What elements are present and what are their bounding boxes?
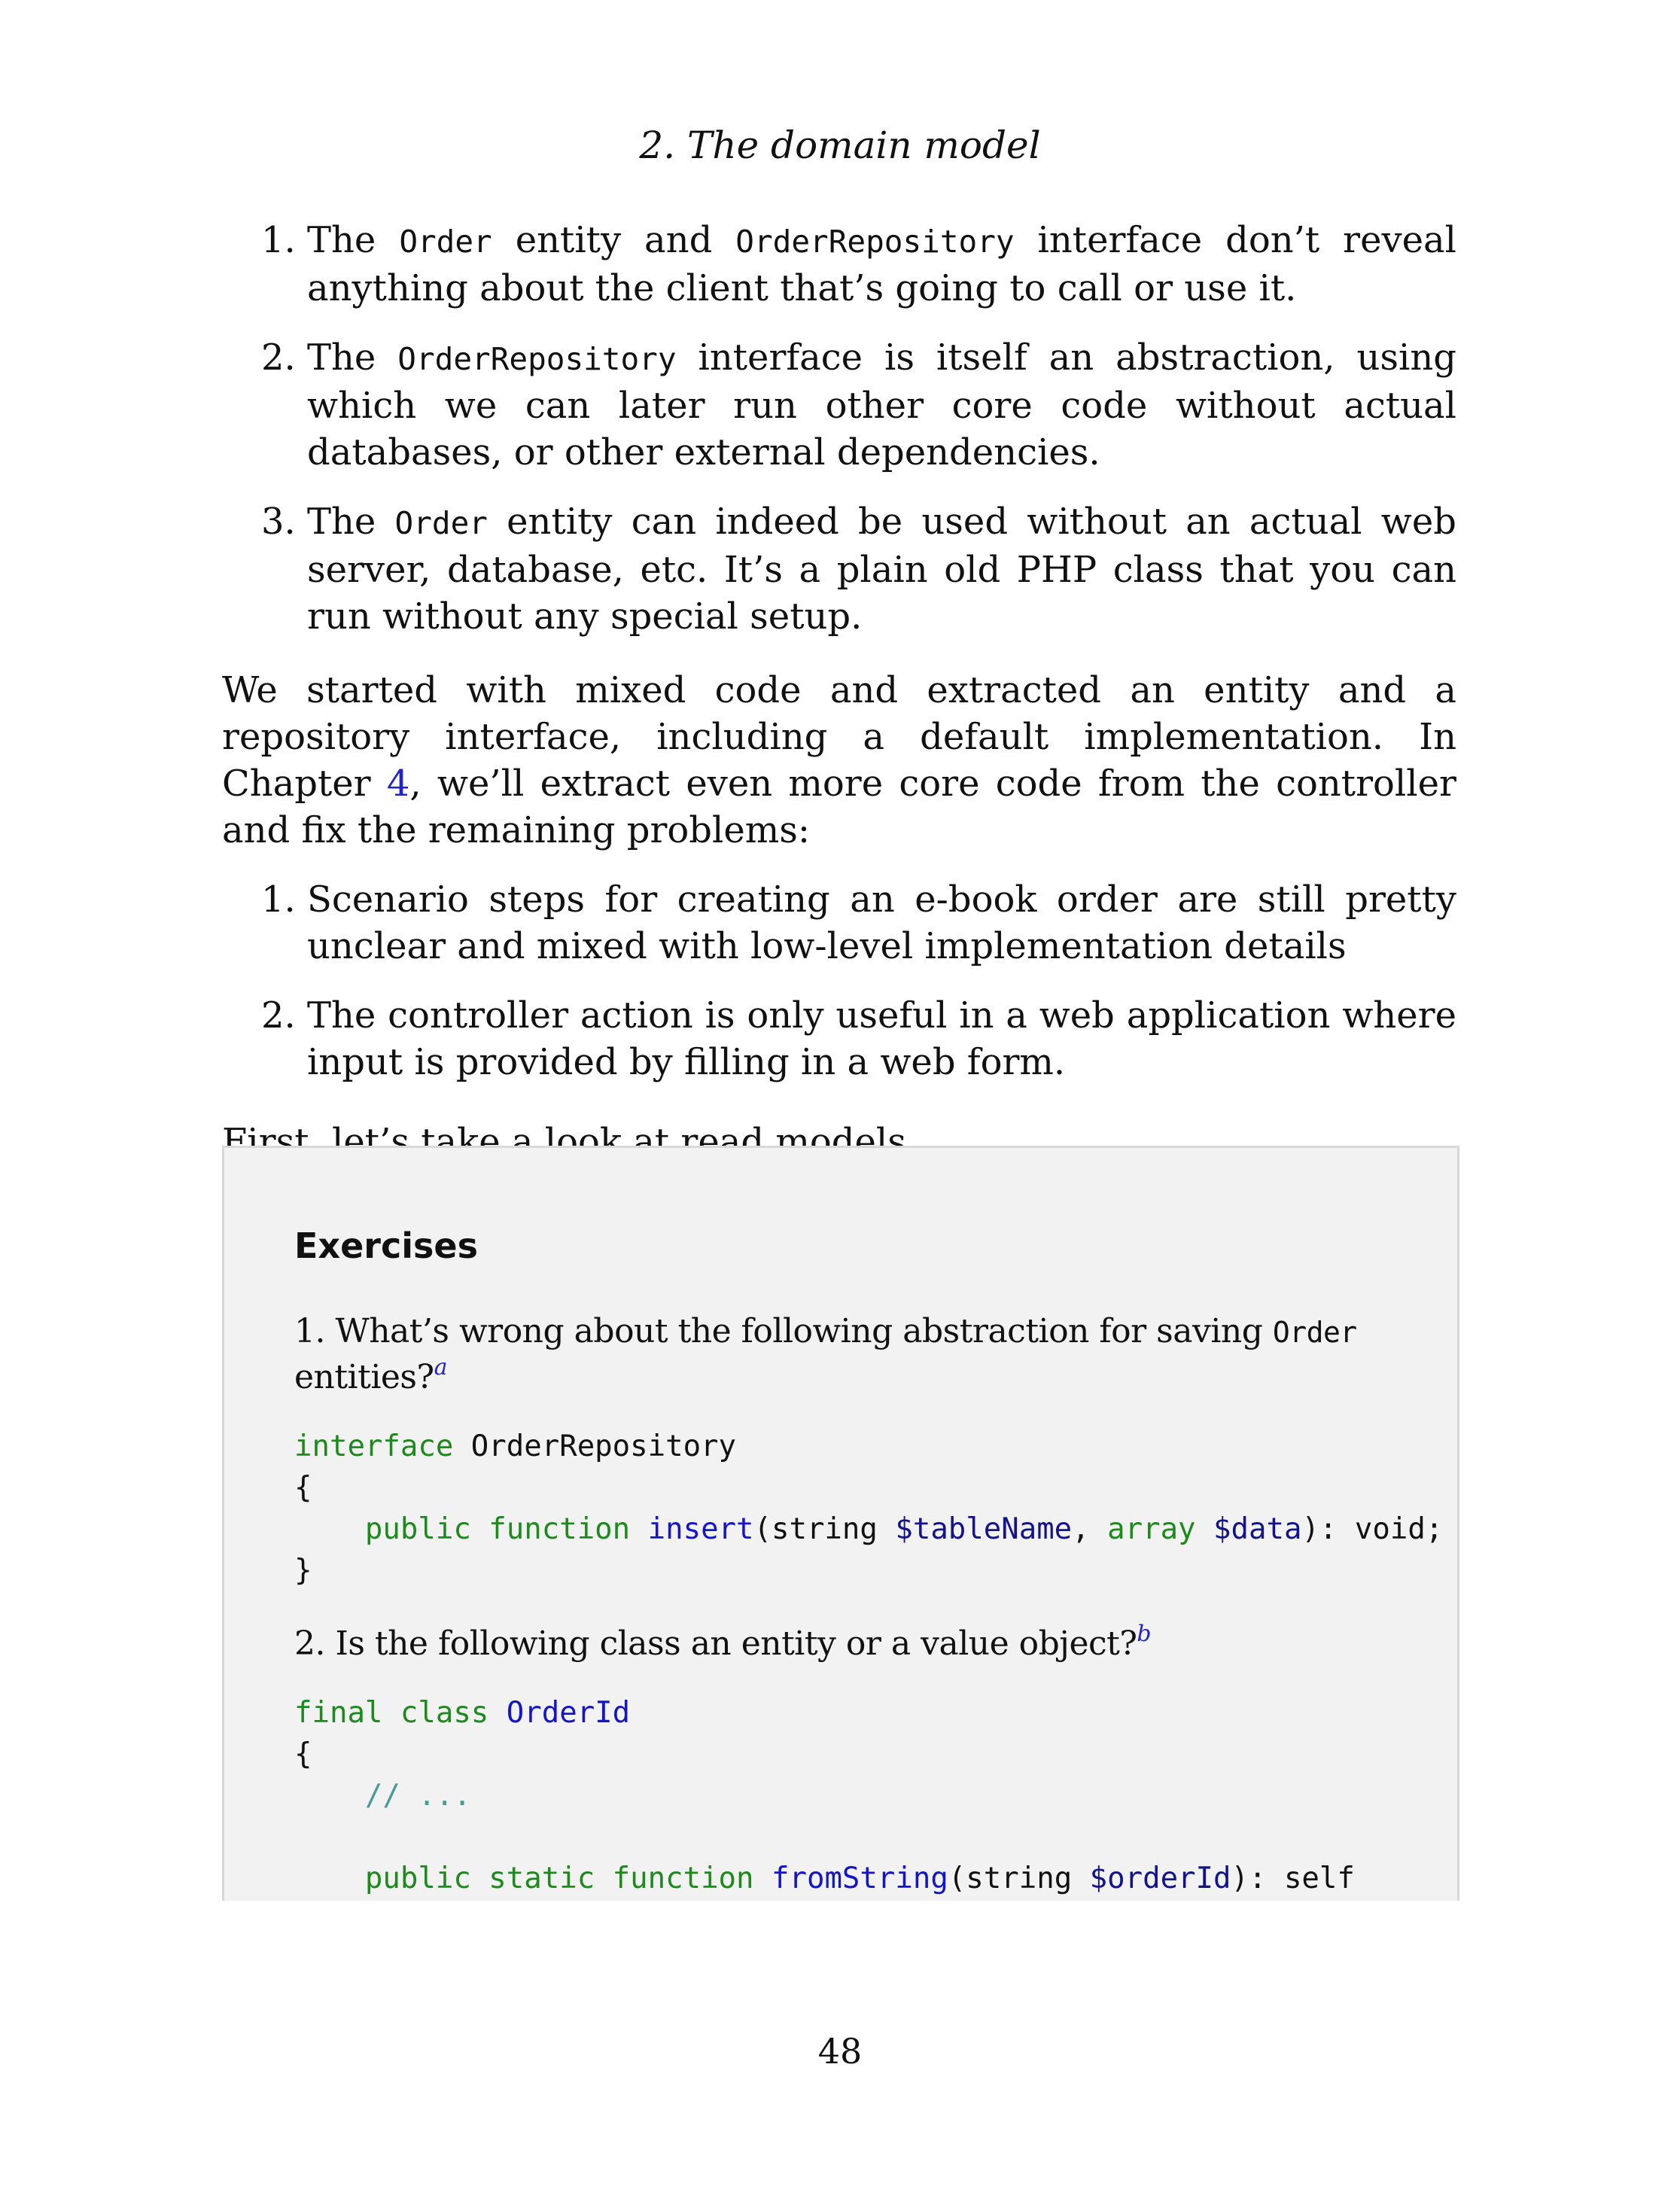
problems-list: 1. Scenario steps for creating an e-book… <box>222 876 1456 1085</box>
list-text: The <box>307 336 398 379</box>
code-text: , <box>1072 1512 1108 1546</box>
list-text: entity and <box>492 219 736 261</box>
exercises-box: Exercises 1. What’s wrong about the foll… <box>222 1146 1459 1901</box>
list-text: Scenario steps for creating an e-book or… <box>307 878 1456 967</box>
inline-code: OrderRepository <box>735 224 1015 260</box>
code-text: ): void; <box>1301 1512 1444 1546</box>
list-item: 1. The Order entity and OrderRepository … <box>222 217 1456 312</box>
list-item: 1. Scenario steps for creating an e-book… <box>222 876 1456 970</box>
code-text: OrderRepository <box>453 1429 737 1463</box>
code-text: { <box>294 1737 312 1771</box>
list-number: 1. <box>261 878 296 921</box>
list-text: The <box>307 501 395 543</box>
code-comment: // ... <box>364 1779 471 1813</box>
list-item: 2. The controller action is only useful … <box>222 992 1456 1085</box>
question-text: 1. What’s wrong about the following abst… <box>294 1312 1273 1350</box>
code-text: ): self <box>1231 1862 1355 1895</box>
code-variable: $data <box>1213 1512 1302 1546</box>
code-class-name: OrderId <box>506 1696 631 1730</box>
code-keyword: function <box>488 1512 631 1546</box>
running-head: 2. The domain model <box>639 123 1041 167</box>
footnote-marker[interactable]: a <box>434 1354 448 1381</box>
code-function-name: fromString <box>772 1862 948 1895</box>
code-keyword: function <box>612 1862 754 1895</box>
page-number: 48 <box>817 2031 863 2072</box>
summary-paragraph: We started with mixed code and extracted… <box>222 667 1456 854</box>
code-keyword: interface <box>294 1429 454 1463</box>
exercises-content: Exercises 1. What’s wrong about the foll… <box>294 1223 1443 1901</box>
code-text: (string <box>753 1512 896 1546</box>
code-keyword: public <box>364 1512 471 1546</box>
main-content: 1. The Order entity and OrderRepository … <box>222 217 1456 1188</box>
list-number: 2. <box>261 994 296 1037</box>
code-block-2: final class OrderId { // ... public stat… <box>294 1692 1393 1899</box>
exercises-title: Exercises <box>294 1225 478 1266</box>
inline-code: Order <box>394 505 488 541</box>
code-variable: $orderId <box>1089 1862 1231 1895</box>
code-keyword: public <box>364 1862 471 1895</box>
observations-list: 1. The Order entity and OrderRepository … <box>222 217 1456 640</box>
list-item: 2. The OrderRepository interface is itse… <box>222 334 1456 476</box>
question-text: entities? <box>294 1358 434 1396</box>
code-function-name: insert <box>647 1512 754 1546</box>
chapter-link[interactable]: 4 <box>387 763 410 805</box>
list-item: 3. The Order entity can indeed be used w… <box>222 498 1456 640</box>
code-keyword: class <box>400 1696 489 1730</box>
list-number: 3. <box>261 501 296 543</box>
code-keyword: array <box>1107 1512 1196 1546</box>
exercise-question-2: 2. Is the following class an entity or a… <box>294 1621 1393 1667</box>
code-text: (string <box>948 1862 1090 1895</box>
inline-code: Order <box>1272 1316 1357 1349</box>
code-block-1: interface OrderRepository { public funct… <box>294 1426 1443 1591</box>
code-text: } <box>294 1554 312 1588</box>
code-variable: $tableName <box>895 1512 1073 1546</box>
list-text: The <box>307 219 400 261</box>
footnote-marker[interactable]: b <box>1137 1621 1151 1647</box>
inline-code: OrderRepository <box>397 341 677 377</box>
list-number: 2. <box>261 336 296 379</box>
list-number: 1. <box>261 219 296 261</box>
code-text: { <box>294 1471 312 1505</box>
exercise-question-1: 1. What’s wrong about the following abst… <box>294 1309 1393 1400</box>
inline-code: Order <box>399 224 492 260</box>
list-text: The controller action is only useful in … <box>307 994 1456 1083</box>
code-keyword: final <box>294 1696 383 1730</box>
code-keyword: static <box>488 1862 595 1895</box>
question-text: 2. Is the following class an entity or a… <box>294 1624 1137 1663</box>
